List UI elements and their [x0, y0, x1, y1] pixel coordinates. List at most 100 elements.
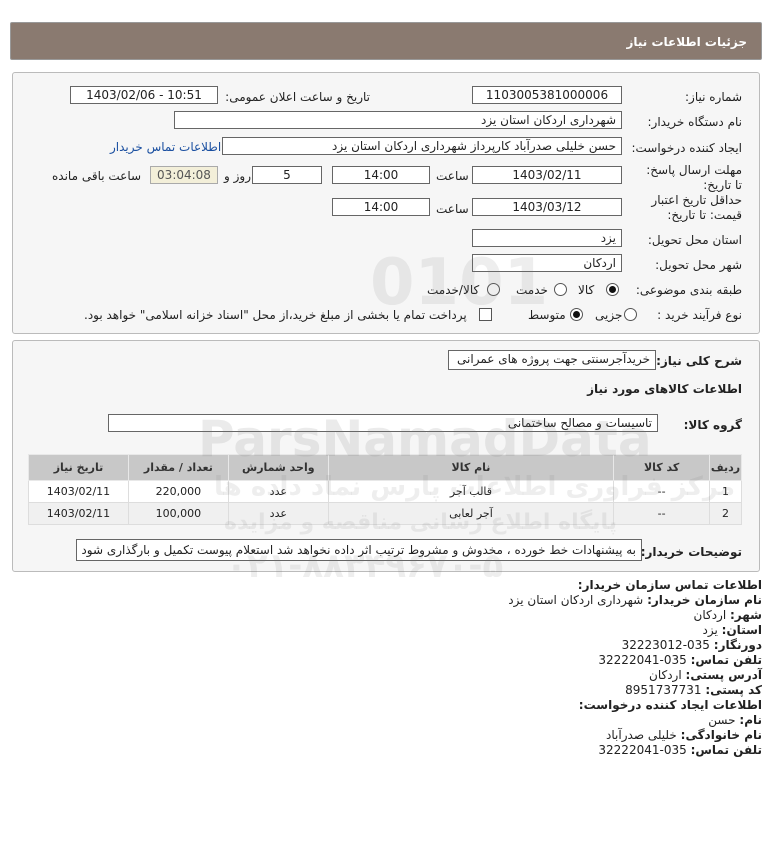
- cell-date: 1403/02/11: [28, 502, 129, 525]
- contact-org-title: اطلاعات تماس سازمان خریدار:: [577, 578, 762, 592]
- contact-fax: دورنگار: 035-32223012: [622, 638, 762, 652]
- contact-city-value: اردکان: [693, 608, 727, 622]
- validity-time-label: ساعت: [436, 202, 469, 216]
- contact-address: آدرس پستی: اردکان: [649, 668, 762, 682]
- creator-field: حسن خلیلی صدرآباد کارپرداز شهرداری اردکا…: [222, 137, 622, 155]
- table-row: 1 -- قالب آجر عدد 220,000 1403/02/11: [28, 480, 742, 503]
- cell-unit: عدد: [227, 480, 329, 503]
- table-row: 2 -- آجر لعابی عدد 100,000 1403/02/11: [28, 502, 742, 525]
- announce-label: تاریخ و ساعت اعلان عمومی:: [225, 90, 370, 104]
- process-minor-label: جزیی: [595, 308, 623, 322]
- category-radio-goods[interactable]: [606, 283, 619, 296]
- contact-info: اطلاعات تماس سازمان خریدار: نام سازمان خ…: [0, 572, 770, 832]
- cell-unit: عدد: [227, 502, 329, 525]
- contact-city-label: شهر:: [730, 608, 762, 622]
- contact-fax-label: دورنگار:: [713, 638, 762, 652]
- deadline-time-field: 14:00: [332, 166, 430, 184]
- contact-phone-value: 035-32222041: [598, 653, 687, 667]
- cell-name: آجر لعابی: [327, 502, 615, 525]
- payment-note: پرداخت تمام یا بخشی از مبلغ خرید،از محل …: [84, 308, 467, 322]
- contact-creator-phone: تلفن تماس: 035-32222041: [598, 743, 762, 757]
- contact-last-name-label: نام خانوادگی:: [680, 728, 762, 742]
- cell-code: --: [613, 502, 711, 525]
- contact-province-label: استان:: [721, 623, 762, 637]
- cell-row: 1: [709, 480, 742, 503]
- contact-phone: تلفن تماس: 035-32222041: [598, 653, 762, 667]
- buyer-notes-label: توضیحات خریدار:: [640, 545, 742, 559]
- page-title: جزئیات اطلاعات نیاز: [626, 35, 747, 49]
- contact-creator-phone-value: 035-32222041: [598, 743, 687, 757]
- contact-fax-value: 035-32223012: [621, 638, 710, 652]
- contact-address-label: آدرس پستی:: [685, 668, 762, 682]
- cell-qty: 100,000: [127, 502, 229, 525]
- category-goods-label: کالا: [578, 283, 595, 297]
- contact-last-name-value: خلیلی صدرآباد: [606, 728, 677, 742]
- remaining-label: ساعت باقی مانده: [52, 169, 142, 183]
- buyer-contact-link[interactable]: اطلاعات تماس خریدار: [110, 140, 221, 154]
- province-field: یزد: [472, 229, 622, 247]
- page-header: جزئیات اطلاعات نیاز: [10, 22, 762, 60]
- validity-date-field: 1403/03/12: [472, 198, 622, 216]
- city-label: شهر محل تحویل:: [655, 258, 742, 272]
- need-desc-label: شرح کلی نیاز:: [656, 354, 742, 368]
- contact-creator-title: اطلاعات ایجاد کننده درخواست:: [578, 698, 762, 712]
- city-field: اردکان: [472, 254, 622, 272]
- process-radio-medium[interactable]: [570, 308, 583, 321]
- treasury-checkbox[interactable]: [479, 308, 492, 321]
- col-code: کد کالا: [613, 454, 711, 481]
- buyer-notes-field: به پیشنهادات خط خورده ، مخدوش و مشروط تر…: [76, 539, 642, 561]
- col-qty: تعداد / مقدار: [127, 454, 229, 481]
- category-goods-service-label: کالا/خدمت: [427, 283, 480, 297]
- contact-first-name-value: حسن: [708, 713, 736, 727]
- deadline-label: مهلت ارسال پاسخ: تا تاریخ:: [646, 163, 742, 192]
- contact-first-name: نام: حسن: [708, 713, 762, 727]
- need-number-label: شماره نیاز:: [685, 90, 742, 104]
- validity-label: حداقل تاریخ اعتبار قیمت: تا تاریخ:: [651, 193, 742, 222]
- contact-creator-phone-label: تلفن تماس:: [690, 743, 762, 757]
- contact-address-value: اردکان: [649, 668, 682, 682]
- category-service-label: خدمت: [516, 283, 548, 297]
- deadline-date-field: 1403/02/11: [472, 166, 622, 184]
- cell-code: --: [613, 480, 711, 503]
- group-field: تاسیسات و مصالح ساختمانی: [108, 414, 658, 432]
- province-label: استان محل تحویل:: [647, 233, 742, 247]
- buyer-org-label: نام دستگاه خریدار:: [647, 115, 743, 129]
- col-name: نام کالا: [327, 454, 615, 481]
- col-row: ردیف: [709, 454, 742, 481]
- category-label: طبقه بندی موضوعی:: [635, 283, 742, 297]
- remaining-timer: 03:04:08: [150, 166, 218, 184]
- announce-field: 1403/02/06 - 10:51: [70, 86, 218, 104]
- deadline-time-label: ساعت: [436, 169, 469, 183]
- validity-time-field: 14:00: [332, 198, 430, 216]
- contact-phone-label: تلفن تماس:: [690, 653, 762, 667]
- cell-name: قالب آجر: [327, 480, 615, 503]
- process-medium-label: متوسط: [528, 308, 566, 322]
- contact-buyer-name: نام سازمان خریدار: شهرداری اردکان استان …: [508, 593, 762, 607]
- need-desc-field: خریدآجرسنتی جهت پروژه های عمرانی: [448, 350, 656, 370]
- contact-first-name-label: نام:: [739, 713, 762, 727]
- category-radio-service[interactable]: [554, 283, 567, 296]
- contact-buyer-name-value: شهرداری اردکان استان یزد: [508, 593, 644, 607]
- process-radio-minor[interactable]: [624, 308, 637, 321]
- cell-qty: 220,000: [127, 480, 229, 503]
- days-label: روز و: [224, 169, 251, 183]
- process-label: نوع فرآیند خرید :: [657, 308, 742, 322]
- contact-buyer-name-label: نام سازمان خریدار:: [647, 593, 762, 607]
- contact-last-name: نام خانوادگی: خلیلی صدرآباد: [606, 728, 762, 742]
- goods-table: ردیف کد کالا نام کالا واحد شمارش تعداد /…: [28, 454, 742, 525]
- creator-label: ایجاد کننده درخواست:: [631, 141, 742, 155]
- col-date: تاریخ نیاز: [28, 454, 129, 481]
- days-field: 5: [252, 166, 322, 184]
- contact-postal-label: کد پستی:: [705, 683, 762, 697]
- table-header-row: ردیف کد کالا نام کالا واحد شمارش تعداد /…: [28, 454, 742, 481]
- contact-city: شهر: اردکان: [694, 608, 762, 622]
- buyer-org-field: شهرداری اردکان استان یزد: [174, 111, 622, 129]
- contact-postal: کد پستی: 8951737731: [625, 683, 762, 697]
- group-label: گروه کالا:: [683, 418, 742, 432]
- cell-date: 1403/02/11: [28, 480, 129, 503]
- contact-province: استان: یزد: [703, 623, 763, 637]
- category-radio-goods-service[interactable]: [487, 283, 500, 296]
- contact-province-value: یزد: [702, 623, 718, 637]
- need-number-field: 1103005381000006: [472, 86, 622, 104]
- col-unit: واحد شمارش: [227, 454, 329, 481]
